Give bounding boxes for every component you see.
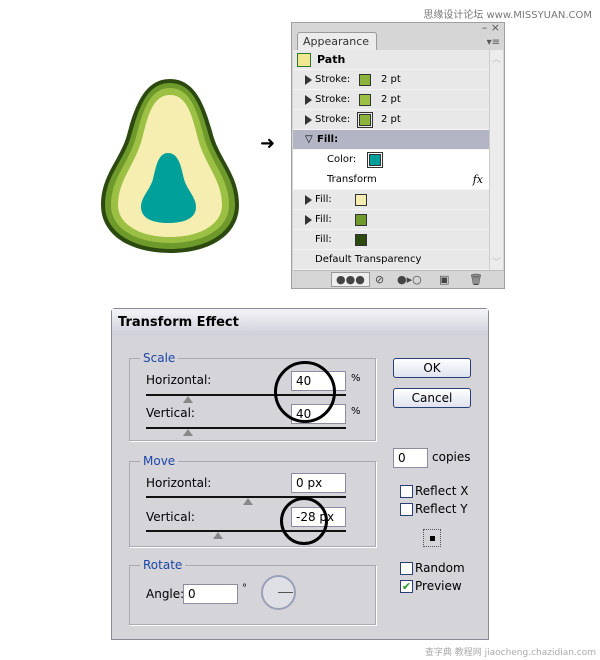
- stroke-weight[interactable]: 2 pt: [381, 70, 401, 90]
- fill-swatch[interactable]: [355, 214, 367, 226]
- clear-appearance-icon[interactable]: ⊘: [375, 273, 384, 286]
- fill-label: Fill:: [315, 194, 332, 205]
- reflect-x-checkbox[interactable]: [400, 485, 413, 498]
- stroke-swatch[interactable]: [359, 94, 371, 106]
- fill-label: Fill:: [315, 214, 332, 225]
- slider-thumb[interactable]: [183, 396, 193, 403]
- fill-label: Fill:: [315, 234, 332, 245]
- scale-vertical-slider[interactable]: [146, 427, 346, 429]
- expand-triangle-icon[interactable]: [305, 75, 312, 85]
- fill-row[interactable]: Fill:: [293, 230, 489, 250]
- appearance-list: Path Stroke: 2 pt Stroke: 2 pt Stroke: 2 pt…: [293, 50, 489, 270]
- color-row[interactable]: Color:: [293, 150, 489, 170]
- slider-thumb[interactable]: [183, 429, 193, 436]
- path-row[interactable]: Path: [293, 50, 489, 70]
- stroke-weight[interactable]: 2 pt: [381, 110, 401, 130]
- copies-label: copies: [432, 450, 471, 464]
- new-art-maintains-appearance-icon[interactable]: ●●●: [331, 272, 370, 287]
- transform-effect-row[interactable]: Transform fx: [293, 170, 489, 190]
- angle-label: Angle:: [146, 587, 185, 601]
- angle-dial[interactable]: [261, 575, 296, 610]
- transform-link[interactable]: Transform: [327, 170, 377, 190]
- tab-appearance[interactable]: Appearance ×: [297, 32, 377, 61]
- avocado-artwork: [101, 79, 239, 253]
- color-label: Color:: [327, 154, 357, 165]
- fx-icon[interactable]: fx: [473, 170, 483, 190]
- scale-group: Scale Horizontal: 40 % Vertical: 40 %: [129, 351, 376, 441]
- expand-triangle-icon[interactable]: [305, 115, 312, 125]
- move-legend: Move: [140, 454, 179, 468]
- stroke-label: Stroke:: [315, 74, 351, 85]
- scale-legend: Scale: [140, 351, 179, 365]
- appearance-panel: – × Appearance × ▾≡ Path Stroke: 2 pt Str…: [291, 21, 505, 289]
- slider-thumb[interactable]: [213, 532, 223, 539]
- fill-row[interactable]: Fill:: [293, 210, 489, 230]
- default-transparency-label: Default Transparency: [315, 254, 422, 265]
- rotate-group: Rotate Angle: 0 °: [129, 558, 376, 625]
- expand-triangle-icon[interactable]: [305, 95, 312, 105]
- reflect-y-checkbox[interactable]: [400, 503, 413, 516]
- default-transparency-row[interactable]: Default Transparency: [293, 250, 489, 270]
- angle-input[interactable]: 0: [183, 584, 238, 604]
- panel-scrollbar[interactable]: ︿ ﹀: [489, 50, 503, 270]
- panel-minimize-close[interactable]: – ×: [482, 21, 500, 34]
- fill-header-label: Fill:: [317, 134, 339, 145]
- path-label: Path: [317, 53, 346, 66]
- collapse-triangle-icon[interactable]: ▽: [305, 130, 313, 150]
- highlight-circle: [280, 497, 328, 545]
- reference-point-icon[interactable]: [423, 529, 441, 547]
- path-thumbnail-icon: [297, 53, 311, 67]
- stroke-swatch[interactable]: [357, 112, 373, 128]
- dialog-title: Transform Effect: [112, 309, 488, 335]
- cancel-button[interactable]: Cancel: [393, 388, 471, 408]
- fill-header-row[interactable]: ▽ Fill:: [293, 130, 489, 150]
- expand-triangle-icon[interactable]: [305, 215, 312, 225]
- move-vertical-label: Vertical:: [146, 510, 195, 524]
- copies-input[interactable]: 0: [393, 448, 428, 468]
- ok-button[interactable]: OK: [393, 358, 471, 378]
- stroke-label: Stroke:: [315, 114, 351, 125]
- expand-triangle-icon[interactable]: [305, 195, 312, 205]
- move-horizontal-label: Horizontal:: [146, 476, 212, 490]
- panel-menu-icon[interactable]: ▾≡: [487, 37, 500, 48]
- transform-effect-dialog: Transform Effect Scale Horizontal: 40 % …: [111, 308, 489, 640]
- duplicate-item-icon[interactable]: ▣: [439, 273, 449, 286]
- watermark-bottom: 查字典 教程网 jiaocheng.chazidian.com: [424, 648, 596, 658]
- percent-unit: %: [351, 373, 361, 384]
- stroke-row[interactable]: Stroke: 2 pt: [293, 110, 489, 130]
- scale-horizontal-label: Horizontal:: [146, 373, 212, 387]
- delete-item-icon[interactable]: 🗑: [469, 273, 483, 286]
- stroke-weight[interactable]: 2 pt: [381, 90, 401, 110]
- move-horizontal-input[interactable]: 0 px: [291, 473, 346, 493]
- highlight-circle: [274, 361, 336, 423]
- reduce-to-basic-appearance-icon[interactable]: ●▸○: [397, 273, 422, 286]
- random-label: Random: [415, 561, 465, 575]
- stroke-row[interactable]: Stroke: 2 pt: [293, 70, 489, 90]
- reflect-x-label: Reflect X: [415, 484, 469, 498]
- fill-color-swatch[interactable]: [367, 152, 383, 168]
- preview-label: Preview: [415, 579, 462, 593]
- stroke-swatch[interactable]: [359, 74, 371, 86]
- stroke-label: Stroke:: [315, 94, 351, 105]
- tab-label: Appearance: [303, 35, 370, 48]
- watermark-top: 思缘设计论坛 www.MISSYUAN.COM: [423, 10, 592, 21]
- arrow-icon: ➜: [260, 133, 276, 154]
- stroke-row[interactable]: Stroke: 2 pt: [293, 90, 489, 110]
- reflect-y-label: Reflect Y: [415, 502, 468, 516]
- panel-bottom-bar: ●●● ⊘ ●▸○ ▣ 🗑: [293, 270, 504, 288]
- rotate-legend: Rotate: [140, 558, 186, 572]
- fill-swatch[interactable]: [355, 194, 367, 206]
- percent-unit: %: [351, 406, 361, 417]
- slider-thumb[interactable]: [243, 498, 253, 505]
- move-group: Move Horizontal: 0 px Vertical: -28 px: [129, 454, 376, 547]
- preview-checkbox[interactable]: ✔: [400, 580, 413, 593]
- fill-swatch[interactable]: [355, 234, 367, 246]
- degree-unit: °: [242, 583, 247, 594]
- random-checkbox[interactable]: [400, 562, 413, 575]
- fill-row[interactable]: Fill:: [293, 190, 489, 210]
- scale-vertical-label: Vertical:: [146, 406, 195, 420]
